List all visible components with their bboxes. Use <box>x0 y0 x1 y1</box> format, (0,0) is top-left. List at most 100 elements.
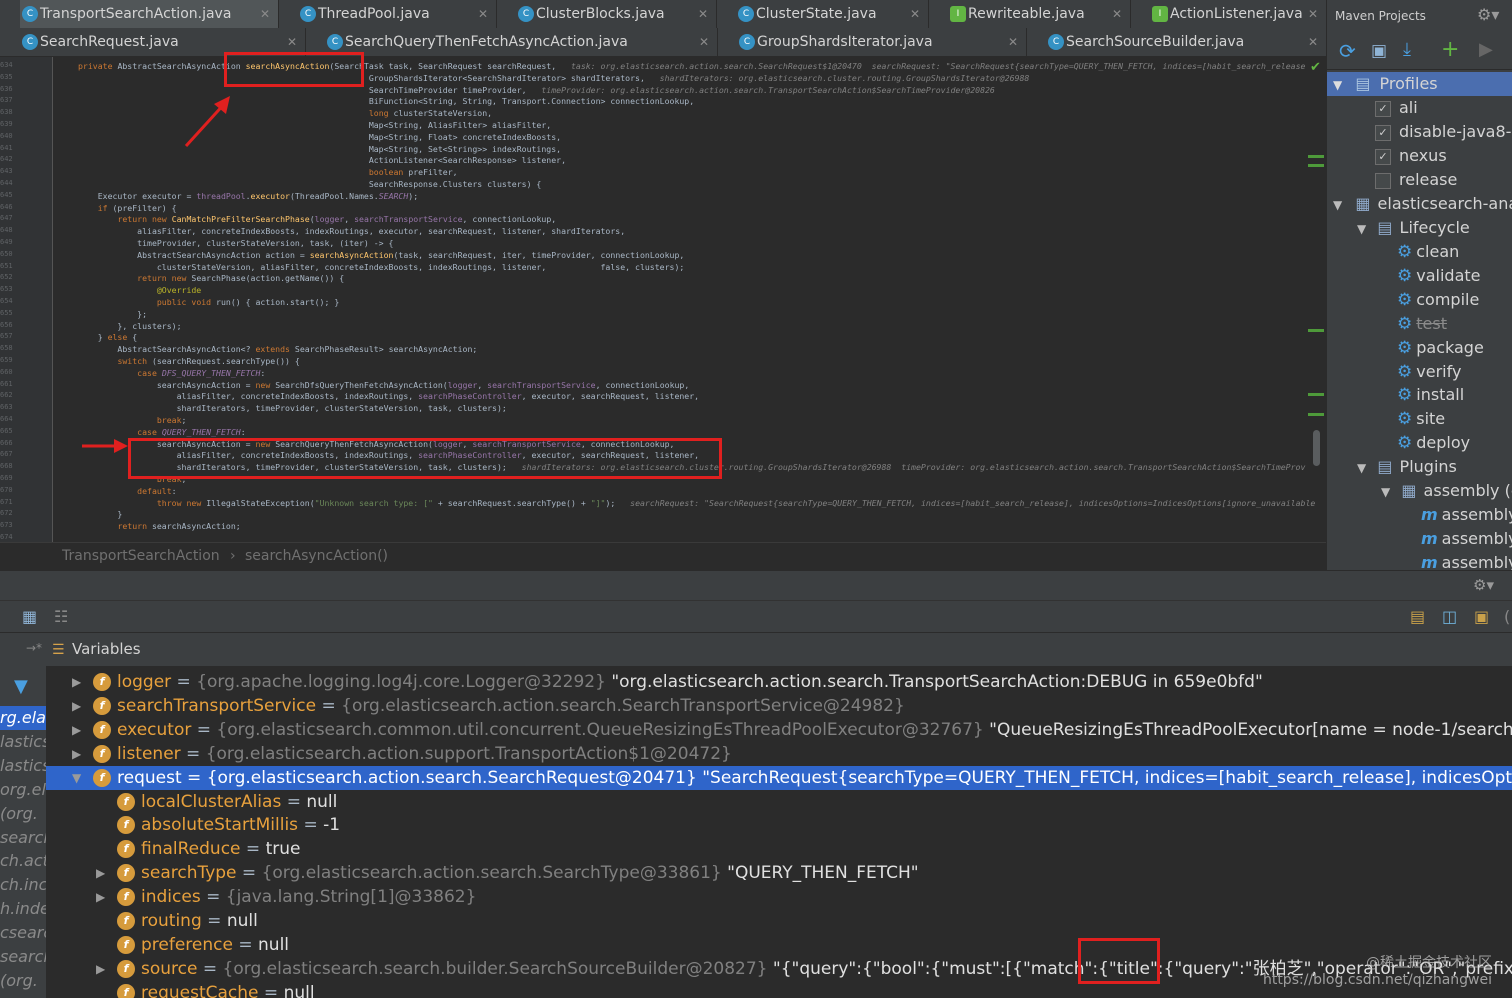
gear-icon[interactable]: ⚙▾ <box>1477 5 1499 24</box>
stack-frame[interactable]: org.el <box>0 778 46 802</box>
editor-tab[interactable]: C GroupShardsIterator.java ✕ <box>737 28 1026 56</box>
breadcrumb-class[interactable]: TransportSearchAction <box>62 548 220 564</box>
editor-tab[interactable]: C ClusterBlocks.java ✕ <box>516 0 716 28</box>
variable-row[interactable]: f absoluteStartMillis = -1 <box>46 813 1512 837</box>
editor-tab[interactable]: I ActionListener.java ✕ <box>1150 0 1326 28</box>
more-icon[interactable]: ( <box>1504 607 1510 626</box>
project-node[interactable]: ▼ ▦ elasticsearch-ana <box>1327 192 1512 216</box>
close-icon[interactable]: ✕ <box>910 7 920 21</box>
variable-row[interactable]: ▼ f request = {org.elasticsearch.action.se… <box>46 765 1512 790</box>
variable-row[interactable]: ▶ f searchType = {org.elasticsearch.action… <box>46 861 1512 885</box>
inspect-icon[interactable]: ▣ <box>1474 607 1489 626</box>
lifecycle-goal[interactable]: ⚙ test <box>1397 312 1447 336</box>
expand-triangle-icon[interactable]: ▶ <box>96 861 108 885</box>
plugin-label: assembly (o <box>1423 481 1512 500</box>
editor-tab[interactable]: C TransportSearchAction.java ✕ <box>20 0 278 28</box>
lifecycle-goal[interactable]: ⚙ site <box>1397 407 1445 431</box>
lifecycle-goal[interactable]: ⚙ package <box>1397 336 1484 360</box>
close-icon[interactable]: ✕ <box>287 35 297 49</box>
close-icon[interactable]: ✕ <box>1008 35 1018 49</box>
collapse-triangle-icon[interactable]: ▼ <box>72 766 84 790</box>
close-icon[interactable]: ✕ <box>699 35 709 49</box>
pin-arrow-icon[interactable]: →* <box>26 641 42 655</box>
lifecycle-goal[interactable]: ⚙ clean <box>1397 240 1459 264</box>
lifecycle-goal[interactable]: ⚙ verify <box>1397 360 1461 384</box>
expand-triangle-icon[interactable]: ▶ <box>72 694 84 718</box>
lifecycle-goal[interactable]: ⚙ install <box>1397 383 1464 407</box>
add-icon[interactable]: + <box>1441 37 1459 62</box>
variable-row[interactable]: f routing = null <box>46 909 1512 933</box>
close-icon[interactable]: ✕ <box>698 7 708 21</box>
stack-frame[interactable]: ch.act <box>0 849 46 873</box>
refresh-icon[interactable]: ⟳ <box>1339 39 1356 63</box>
variable-row[interactable]: ▶ f indices = {java.lang.String[1]@33862} <box>46 885 1512 909</box>
variable-row[interactable]: f localClusterAlias = null <box>46 790 1512 814</box>
editor-tab[interactable]: C ClusterState.java ✕ <box>736 0 928 28</box>
folder-icon[interactable]: ▣ <box>1371 41 1387 61</box>
profile-item[interactable]: ✓ disable-java8- <box>1375 120 1511 144</box>
variable-row[interactable]: ▶ f logger = {org.apache.logging.log4j.cor… <box>46 670 1512 694</box>
equals-sign: = <box>258 982 284 998</box>
stack-frame[interactable]: search <box>0 945 46 969</box>
lifecycle-node[interactable]: ▼ ▤ Lifecycle <box>1351 216 1470 240</box>
close-icon[interactable]: ✕ <box>1308 7 1318 21</box>
memory-view-icon[interactable]: ◫ <box>1442 607 1457 626</box>
close-icon[interactable]: ✕ <box>260 7 270 21</box>
run-icon[interactable]: ▶ <box>1479 39 1493 60</box>
stack-frame[interactable]: search <box>0 826 46 850</box>
stack-frame[interactable]: csearc <box>0 921 46 945</box>
variable-row[interactable]: f finalReduce = true <box>46 837 1512 861</box>
plugin-node[interactable]: ▼ ▦ assembly (o <box>1375 479 1512 503</box>
close-icon[interactable]: ✕ <box>478 7 488 21</box>
stack-frame[interactable]: (org. <box>0 969 38 993</box>
editor-tab[interactable]: C SearchQueryThenFetchAsyncAction.java ✕ <box>325 28 717 56</box>
expand-triangle-icon[interactable]: ▶ <box>72 742 84 766</box>
profile-item[interactable]: ✓ nexus <box>1375 144 1447 168</box>
line-number: 666 <box>0 438 13 447</box>
profile-item[interactable]: release <box>1375 168 1457 192</box>
editor-tab[interactable]: I Rewriteable.java ✕ <box>948 0 1130 28</box>
stack-frame[interactable]: lastics <box>0 754 46 778</box>
profile-item[interactable]: ✓ ali <box>1375 96 1418 120</box>
profile-checkbox[interactable]: ✓ <box>1375 148 1391 165</box>
breadcrumb-method[interactable]: searchAsyncAction() <box>245 548 388 564</box>
variable-row[interactable]: ▶ f searchTransportService = {org.elastics… <box>46 694 1512 718</box>
stack-frame[interactable]: ch.inc <box>0 873 46 897</box>
expand-triangle-icon[interactable]: ▶ <box>96 957 108 981</box>
editor-scrollbar-thumb[interactable] <box>1313 430 1320 466</box>
stack-frame[interactable]: rg.ela <box>0 706 46 730</box>
plugin-goal[interactable]: m assembly <box>1421 551 1512 570</box>
editor-tab[interactable]: C ThreadPool.java ✕ <box>298 0 496 28</box>
code-line: aliasFilter, concreteIndexBoosts, indexR… <box>78 226 626 237</box>
editor-tab[interactable]: C SearchSourceBuilder.java ✕ <box>1046 28 1326 56</box>
field-icon: f <box>93 768 111 787</box>
close-icon[interactable]: ✕ <box>1112 7 1122 21</box>
stack-frame[interactable]: (org. <box>0 802 38 826</box>
variable-row[interactable]: ▶ f executor = {org.elasticsearch.common.u… <box>46 718 1512 742</box>
download-icon[interactable]: ⤓ <box>1403 39 1411 60</box>
stack-frame[interactable]: h.inde <box>0 897 46 921</box>
filter-icon[interactable]: ▼ <box>14 676 28 697</box>
expand-triangle-icon[interactable]: ▶ <box>96 885 108 909</box>
close-icon[interactable]: ✕ <box>1308 35 1318 49</box>
frames-view-icon[interactable]: ▦ <box>22 607 37 626</box>
profile-checkbox[interactable]: ✓ <box>1375 124 1391 141</box>
plugin-goal-label: assembly <box>1441 553 1512 570</box>
settings-gear-icon[interactable]: ⚙▾ <box>1473 576 1494 594</box>
profile-checkbox[interactable]: ✓ <box>1375 100 1391 117</box>
expand-triangle-icon[interactable]: ▶ <box>72 718 84 742</box>
profile-checkbox[interactable] <box>1375 172 1391 189</box>
restore-layout-icon[interactable]: ▤ <box>1410 607 1425 626</box>
lifecycle-goal[interactable]: ⚙ validate <box>1397 264 1481 288</box>
lifecycle-goal[interactable]: ⚙ deploy <box>1397 431 1470 455</box>
variable-row[interactable]: ▶ f listener = {org.elasticsearch.action.s… <box>46 742 1512 766</box>
plugin-goal[interactable]: m assembly <box>1421 503 1512 527</box>
stack-frame[interactable]: lastics <box>0 730 46 754</box>
threads-view-icon[interactable]: ☷ <box>54 607 68 626</box>
plugins-node[interactable]: ▼ ▤ Plugins <box>1351 455 1457 479</box>
profiles-node[interactable]: ▼ ▤ Profiles <box>1327 72 1512 96</box>
maven-projects-panel: Maven Projects ⚙▾ ⟳ ▣ ⤓ + ▶ ▼ ▤ Profiles… <box>1326 0 1512 570</box>
expand-triangle-icon[interactable]: ▶ <box>72 670 84 694</box>
lifecycle-goal[interactable]: ⚙ compile <box>1397 288 1479 312</box>
plugin-goal[interactable]: m assembly <box>1421 527 1512 551</box>
